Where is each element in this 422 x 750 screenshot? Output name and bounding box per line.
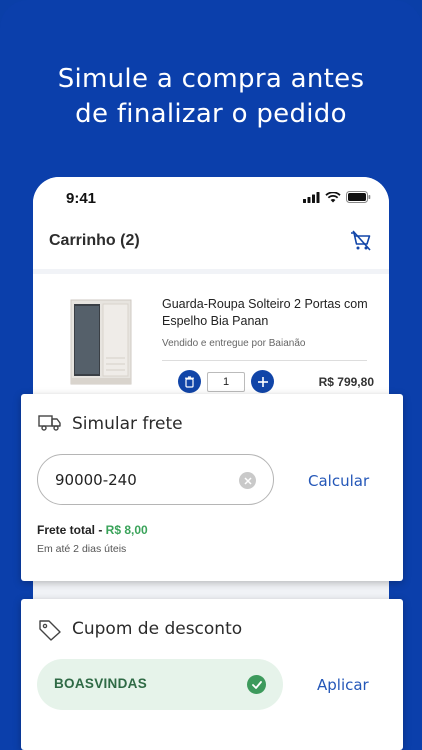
- calculate-button[interactable]: Calcular: [308, 472, 369, 490]
- cart-header: Carrinho (2): [33, 221, 389, 269]
- wifi-icon: [325, 191, 341, 202]
- promo-frame: Simule a compra antes de finalizar o ped…: [0, 0, 422, 750]
- shipping-total-value: R$ 8,00: [105, 523, 148, 537]
- product-name[interactable]: Guarda-Roupa Solteiro 2 Portas com Espel…: [162, 296, 372, 330]
- cart-item: Guarda-Roupa Solteiro 2 Portas com Espel…: [33, 274, 389, 404]
- plus-icon: [257, 376, 268, 387]
- battery-icon: [346, 191, 371, 203]
- shipping-title: Simular frete: [72, 414, 183, 434]
- promo-headline: Simule a compra antes de finalizar o ped…: [0, 62, 422, 132]
- product-image[interactable]: [69, 298, 133, 388]
- coupon-valid-badge: [247, 675, 266, 694]
- clear-icon: [243, 476, 252, 485]
- truck-icon: [38, 415, 61, 431]
- headline-line-1: Simule a compra antes: [57, 64, 365, 94]
- signal-icon: [303, 191, 320, 203]
- delivery-time: Em até 2 dias úteis: [37, 543, 127, 555]
- coupon-card: Cupom de desconto BOASVINDAS Aplicar: [21, 599, 403, 750]
- cep-input[interactable]: 90000-240: [37, 454, 274, 505]
- shipping-total-label: Frete total -: [37, 523, 106, 537]
- tag-icon: [39, 620, 61, 641]
- product-price: R$ 799,80: [318, 375, 374, 389]
- shipping-simulator-card: Simular frete 90000-240 Calcular Frete t…: [21, 394, 403, 581]
- coupon-input[interactable]: BOASVINDAS: [37, 659, 283, 710]
- product-seller: Vendido e entregue por Baianão: [162, 338, 306, 349]
- cart-title: Carrinho (2): [49, 232, 140, 249]
- coupon-title: Cupom de desconto: [72, 619, 243, 639]
- shipping-total: Frete total - R$ 8,00: [37, 523, 148, 537]
- cart-remove-icon[interactable]: [349, 229, 373, 253]
- quantity-input[interactable]: 1: [207, 371, 245, 392]
- cep-value: 90000-240: [55, 471, 137, 489]
- clear-cep-button[interactable]: [239, 472, 256, 489]
- remove-item-button[interactable]: [178, 370, 201, 393]
- product-divider: [162, 360, 367, 361]
- status-bar: 9:41: [33, 177, 389, 221]
- increase-quantity-button[interactable]: [251, 370, 274, 393]
- status-time: 9:41: [66, 190, 97, 207]
- coupon-code: BOASVINDAS: [54, 676, 148, 691]
- headline-line-2: de finalizar o pedido: [75, 99, 347, 129]
- trash-icon: [185, 375, 194, 388]
- status-icons: [303, 191, 371, 203]
- apply-coupon-button[interactable]: Aplicar: [317, 676, 369, 694]
- quantity-stepper: 1: [178, 370, 274, 393]
- check-icon: [251, 680, 262, 689]
